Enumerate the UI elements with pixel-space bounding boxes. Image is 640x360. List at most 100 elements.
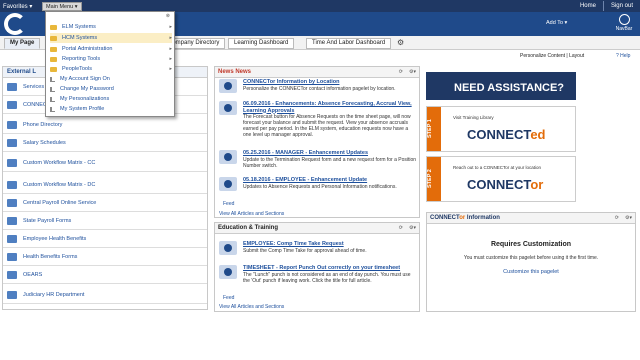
compass-icon bbox=[618, 14, 630, 25]
tab-time-labor-dashboard[interactable]: Time And Labor Dashboard bbox=[306, 38, 392, 49]
pagelet-title: CONNECTor Information bbox=[430, 215, 500, 221]
close-icon[interactable]: ⊗ bbox=[166, 13, 170, 19]
document-icon bbox=[7, 139, 17, 147]
list-item[interactable]: OEARS bbox=[3, 267, 207, 284]
folder-icon bbox=[50, 56, 57, 62]
folder-icon bbox=[50, 24, 57, 30]
tab-learning-dashboard[interactable]: Learning Dashboard bbox=[228, 38, 295, 49]
refresh-icon[interactable]: ⟳ bbox=[399, 225, 403, 231]
education-pagelet: Education & Training ⟳ ⚙▾ EMPLOYEE: Comp … bbox=[214, 222, 420, 312]
menu-item-reporting-tools[interactable]: Reporting Tools ▸ bbox=[50, 54, 172, 64]
settings-icon[interactable]: ⚙▾ bbox=[625, 215, 632, 221]
list-item[interactable]: State Payroll Forms bbox=[3, 213, 207, 230]
folder-icon bbox=[50, 46, 57, 52]
step-2-card[interactable]: STEP 2 Reach out to a CONNECTor at your … bbox=[426, 156, 576, 202]
health-icon bbox=[7, 235, 17, 243]
folder-icon bbox=[50, 66, 57, 72]
home-link[interactable]: Home bbox=[573, 3, 603, 9]
menu-item-portal-administration[interactable]: Portal Administration ▸ bbox=[50, 44, 172, 54]
document-icon bbox=[7, 271, 17, 279]
link-icon bbox=[50, 86, 55, 92]
news-item: TIMESHEET - Report Punch Out correctly o… bbox=[219, 265, 417, 284]
list-item[interactable]: Central Payroll Online Service bbox=[3, 195, 207, 212]
menu-item-peopletools[interactable]: PeopleTools ▸ bbox=[50, 64, 172, 74]
document-icon bbox=[7, 181, 17, 189]
list-item[interactable]: Custom Workflow Matrix - CC bbox=[3, 155, 207, 172]
step-label: STEP 2 bbox=[427, 157, 441, 201]
refresh-icon[interactable]: ⟳ bbox=[615, 215, 619, 221]
navbar-button[interactable]: NavBar bbox=[610, 14, 638, 34]
settings-icon[interactable]: ⚙▾ bbox=[409, 69, 416, 75]
news-pagelet: News News ⟳ ⚙▾ CONNECTor Information by L… bbox=[214, 66, 420, 218]
gear-icon[interactable]: ⚙ bbox=[397, 38, 404, 47]
folder-icon bbox=[50, 35, 57, 41]
presenter-icon bbox=[219, 241, 237, 255]
news-item: 05.25.2016 - MANAGER - Enhancement Updat… bbox=[219, 150, 417, 169]
link-icon bbox=[50, 96, 55, 102]
people-icon bbox=[219, 101, 237, 115]
signout-link[interactable]: Sign out bbox=[604, 3, 640, 9]
feed-link[interactable]: Feed bbox=[223, 201, 234, 207]
news-item: 06.09.2016 - Enhancements: Absence Forec… bbox=[219, 101, 417, 138]
list-item[interactable]: Health Benefits Forms bbox=[3, 249, 207, 266]
building-icon bbox=[7, 291, 17, 299]
document-icon bbox=[7, 217, 17, 225]
step-label: STEP 1 bbox=[427, 107, 441, 151]
step-1-card[interactable]: STEP 1 Visit Training Library CONNECTed bbox=[426, 106, 576, 152]
menu-item-my-system-profile[interactable]: My System Profile bbox=[50, 104, 172, 114]
personalize-links[interactable]: Personalize Content | Layout bbox=[520, 53, 584, 59]
link-icon bbox=[7, 101, 17, 109]
news-item: EMPLOYEE: Comp Time Take Request Submit t… bbox=[219, 241, 417, 255]
view-all-link[interactable]: View All Articles and Sections bbox=[219, 211, 284, 217]
customization-message: You must customize this pagelet before u… bbox=[463, 255, 599, 261]
menu-item-my-personalizations[interactable]: My Personalizations bbox=[50, 94, 172, 104]
news-item: CONNECTor Information by Location Persona… bbox=[219, 79, 417, 93]
people-icon bbox=[219, 79, 237, 93]
add-to-menu[interactable]: Add To ▾ bbox=[546, 20, 567, 26]
globe-icon bbox=[7, 199, 17, 207]
document-icon bbox=[7, 253, 17, 261]
menu-item-change-my-password[interactable]: Change My Password bbox=[50, 84, 172, 94]
news-title[interactable]: TIMESHEET - Report Punch Out correctly o… bbox=[243, 265, 417, 272]
news-item: 05.18.2016 - EMPLOYEE - Enhancement Upda… bbox=[219, 177, 417, 191]
people-icon bbox=[219, 150, 237, 164]
refresh-icon[interactable]: ⟳ bbox=[399, 69, 403, 75]
link-icon bbox=[50, 76, 55, 82]
news-title[interactable]: 06.09.2016 - Enhancements: Absence Forec… bbox=[243, 101, 417, 114]
pagelet-header: Education & Training ⟳ ⚙▾ bbox=[215, 223, 419, 234]
list-item[interactable]: Employee Health Benefits bbox=[3, 231, 207, 248]
link-icon bbox=[7, 83, 17, 91]
navbar-label: NavBar bbox=[615, 26, 633, 32]
link-icon bbox=[50, 106, 55, 112]
tab-my-page[interactable]: My Page bbox=[4, 38, 41, 49]
favorites-menu[interactable]: Favorites ▾ bbox=[0, 3, 42, 10]
pagelet-header: News News ⟳ ⚙▾ bbox=[215, 67, 419, 78]
phone-icon bbox=[7, 121, 17, 129]
connected-logo: CONNECTed bbox=[467, 127, 546, 142]
help-link[interactable]: ? Help bbox=[616, 53, 630, 59]
need-assistance-banner[interactable]: NEED ASSISTANCE? STEP 1 Visit Training L… bbox=[426, 72, 576, 202]
list-item[interactable]: Custom Workflow Matrix - DC bbox=[3, 177, 207, 194]
feed-link[interactable]: Feed bbox=[223, 295, 234, 301]
view-all-link[interactable]: View All Articles and Sections bbox=[219, 304, 284, 310]
connect-logo-icon bbox=[4, 13, 26, 35]
main-menu-dropdown: ⊗ ELM Systems ▸ HCM Systems ▸ Portal Admin… bbox=[45, 11, 175, 117]
pagelet-header: CONNECTor Information ⟳ ⚙▾ bbox=[427, 213, 635, 224]
settings-icon[interactable]: ⚙▾ bbox=[409, 225, 416, 231]
document-icon bbox=[7, 159, 17, 167]
customization-heading: Requires Customization bbox=[490, 241, 572, 248]
list-item[interactable]: Phone Directory bbox=[3, 117, 207, 134]
assistance-title: NEED ASSISTANCE? bbox=[426, 72, 576, 100]
menu-item-hcm-systems[interactable]: HCM Systems ▸ bbox=[50, 33, 172, 43]
menu-item-elm-systems[interactable]: ELM Systems ▸ bbox=[50, 22, 172, 32]
pagelet-title: News News bbox=[218, 69, 252, 75]
menu-item-my-account-sign-on[interactable]: My Account Sign On bbox=[50, 74, 172, 84]
list-item[interactable]: Salary Schedules bbox=[3, 135, 207, 152]
presenter-icon bbox=[219, 265, 237, 279]
customize-pagelet-link[interactable]: Customize this pagelet bbox=[427, 269, 635, 275]
people-icon bbox=[219, 177, 237, 191]
pagelet-title: Education & Training bbox=[218, 225, 279, 231]
main-menu-button[interactable]: Main Menu ▾ bbox=[42, 1, 82, 11]
connector-logo: CONNECTor bbox=[467, 177, 544, 192]
list-item[interactable]: Judiciary HR Department bbox=[3, 287, 207, 304]
